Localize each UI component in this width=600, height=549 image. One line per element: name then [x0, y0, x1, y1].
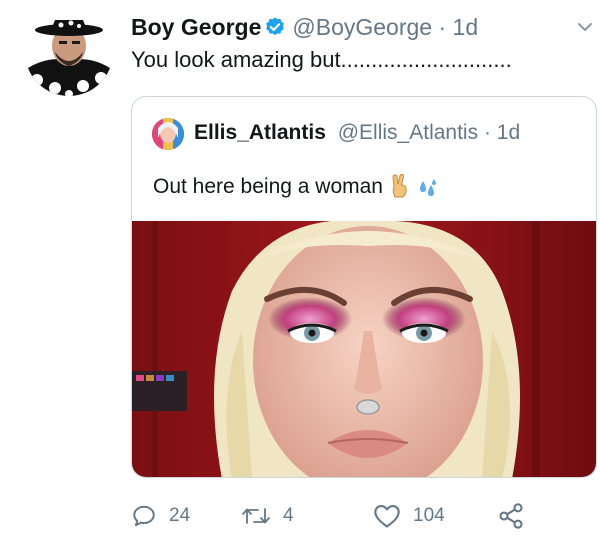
reply-button[interactable]: 24	[131, 498, 190, 534]
quoted-tweet[interactable]: Ellis_Atlantis @Ellis_Atlantis · 1d Out …	[131, 96, 597, 478]
victory-hand-icon	[387, 173, 413, 207]
tweet-header: Boy George @BoyGeorge · 1d	[131, 12, 571, 42]
author-avatar[interactable]	[25, 8, 113, 96]
retweet-icon	[242, 508, 270, 524]
share-icon	[499, 503, 523, 529]
tweet-actions: 24 4 104	[131, 498, 591, 534]
quoted-author-handle[interactable]: @Ellis_Atlantis	[338, 121, 478, 144]
quoted-tweet-text: Out here being a woman	[153, 175, 383, 198]
sweat-droplets-icon	[417, 177, 439, 207]
quoted-author-avatar-image	[152, 118, 184, 150]
retweet-count: 4	[283, 505, 294, 526]
portrait-photo	[132, 219, 596, 477]
quoted-author-avatar[interactable]	[152, 118, 184, 150]
verified-badge-icon	[264, 15, 286, 45]
like-icon	[374, 505, 400, 528]
quoted-header-separator: ·	[483, 121, 491, 144]
quoted-tweet-timestamp[interactable]: 1d	[497, 121, 520, 144]
author-avatar-image	[25, 8, 113, 96]
quoted-author-name[interactable]: Ellis_Atlantis	[194, 121, 326, 144]
author-handle[interactable]: @BoyGeorge	[292, 14, 432, 40]
quoted-tweet-header: Ellis_Atlantis @Ellis_Atlantis · 1d	[194, 119, 520, 147]
retweet-button[interactable]: 4	[241, 498, 294, 534]
tweet-text: You look amazing but....................…	[131, 47, 512, 72]
share-button[interactable]	[497, 498, 537, 534]
tweet-timestamp[interactable]: 1d	[453, 14, 479, 40]
author-name[interactable]: Boy George	[131, 14, 261, 40]
like-button[interactable]: 104	[373, 498, 445, 534]
chevron-down-icon[interactable]	[576, 20, 594, 34]
like-count: 104	[413, 505, 445, 526]
reply-icon	[133, 505, 155, 527]
quoted-tweet-text-line: Out here being a woman	[153, 173, 439, 207]
header-separator: ·	[438, 14, 447, 40]
quoted-tweet-photo[interactable]	[132, 219, 596, 477]
reply-count: 24	[169, 505, 191, 526]
